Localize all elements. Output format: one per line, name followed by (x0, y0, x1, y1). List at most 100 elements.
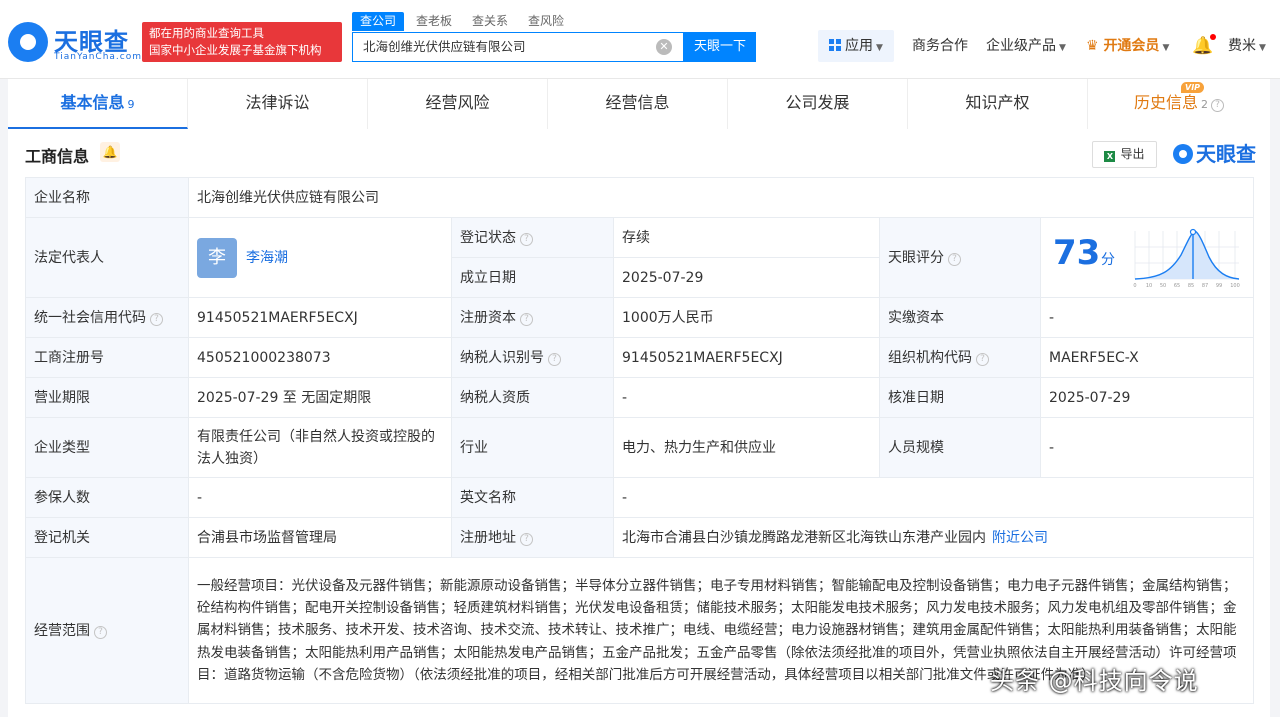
paid-capital-value: - (1039, 297, 1255, 338)
score-distribution-chart: 0 10 50 65 85 87 99 100 (1133, 228, 1240, 289)
business-cooperation-link[interactable]: 商务合作 (912, 30, 968, 62)
taxpayer-id-label: 纳税人识别号 (460, 349, 544, 366)
help-icon[interactable]: ? (548, 352, 561, 366)
tab-label: 公司发展 (785, 93, 850, 112)
score-tick: 10 (1146, 283, 1152, 289)
tab-count: 2 (1201, 98, 1208, 111)
tab-count: 9 (127, 98, 135, 111)
tab-development[interactable]: 公司发展 (728, 79, 908, 129)
taxpayer-qual-label: 纳税人资质 (451, 377, 614, 418)
score-value: 73 (1053, 232, 1101, 273)
table-row: 企业类型 有限责任公司（非自然人投资或控股的法人独资） 行业 电力、热力生产和供… (25, 417, 1255, 478)
help-icon[interactable]: ? (1211, 99, 1224, 112)
org-code-value: MAERF5EC-X (1039, 337, 1255, 378)
term-value: 2025-07-29 至 无固定期限 (188, 377, 452, 418)
help-icon[interactable]: ? (150, 312, 163, 326)
insured-value: - (188, 477, 452, 518)
score-cell[interactable]: 73 分 0 10 50 65 85 87 99 100 (1039, 217, 1255, 298)
address-cell: 注册地址? (451, 517, 614, 558)
search-tab-company[interactable]: 查公司 (352, 12, 405, 31)
legal-rep-cell: 李李海潮 (188, 217, 452, 298)
tab-operating-risk[interactable]: 经营风险 (368, 79, 548, 129)
help-icon[interactable]: ? (976, 352, 989, 366)
english-name-label: 英文名称 (451, 477, 614, 518)
tab-history[interactable]: 历史信息 2? (1088, 79, 1270, 129)
user-menu[interactable]: 费米 ▼ (1228, 30, 1266, 62)
section-title: 工商信息 (25, 147, 90, 166)
vip-badge: VIP (1181, 82, 1205, 93)
clear-search-icon[interactable]: ✕ (656, 39, 672, 55)
brand-text: 天眼查 (1196, 142, 1256, 166)
tab-label: 经营信息 (605, 93, 670, 112)
credit-code-cell: 统一社会信用代码? (25, 297, 189, 338)
logo-domain: TianYanCha.com (54, 52, 143, 62)
avatar[interactable]: 李 (197, 237, 237, 278)
score-tick: 65 (1174, 283, 1180, 289)
table-row: 参保人数 - 英文名称 - (25, 477, 1255, 518)
business-info-table: 企业名称 北海创维光伏供应链有限公司 法定代表人 李李海潮 登记状态? 存续 天… (25, 177, 1255, 704)
reg-capital-value: 1000万人民币 (613, 297, 880, 338)
tab-operating-info[interactable]: 经营信息 (548, 79, 728, 129)
reg-status-label: 登记状态 (460, 229, 516, 246)
taxpayer-id-value: 91450521MAERF5ECXJ (613, 337, 880, 378)
apps-menu[interactable]: 应用 ▼ (818, 30, 894, 62)
tianyancha-logo[interactable]: 天眼查 TianYanCha.com (8, 22, 141, 66)
help-icon[interactable]: ? (520, 532, 533, 546)
detail-tabs: 基本信息 9 法律诉讼 经营风险 经营信息 公司发展 知识产权 历史信息 2? (8, 79, 1270, 129)
search-tab-boss[interactable]: 查老板 (408, 12, 460, 31)
industry-value: 电力、热力生产和供应业 (613, 417, 880, 478)
search-tab-risk[interactable]: 查风险 (520, 12, 572, 31)
help-icon[interactable]: ? (520, 312, 533, 326)
type-value: 有限责任公司（非自然人投资或控股的法人独资） (188, 417, 452, 478)
tab-ip[interactable]: 知识产权 (908, 79, 1088, 129)
enterprise-products-menu[interactable]: 企业级产品 ▼ (986, 30, 1066, 62)
help-icon[interactable]: ? (94, 625, 107, 639)
slogan-line-1: 都在用的商业查询工具 (149, 26, 264, 40)
industry-label: 行业 (451, 417, 614, 478)
address-label: 注册地址 (460, 529, 516, 546)
approval-date-label: 核准日期 (879, 377, 1041, 418)
staff-size-value: - (1039, 417, 1255, 478)
tab-label: 历史信息 (1133, 93, 1198, 112)
search-input[interactable]: 北海创维光伏供应链有限公司 (352, 32, 684, 62)
search-tab-relation[interactable]: 查关系 (464, 12, 516, 31)
watermark: 头条 @科技向令说 (990, 667, 1199, 695)
score-tick: 0 (1133, 283, 1136, 289)
tab-label: 基本信息 (60, 93, 125, 112)
reg-capital-label: 注册资本 (460, 309, 516, 326)
established-label: 成立日期 (451, 257, 614, 298)
credit-code-label: 统一社会信用代码 (34, 309, 146, 326)
chevron-down-icon: ▼ (1162, 43, 1170, 53)
crown-icon: ♛ (1086, 38, 1099, 54)
open-vip-menu[interactable]: ♛ 开通会员 ▼ (1086, 30, 1169, 62)
english-name-value: - (612, 477, 1255, 518)
vip-label: 开通会员 (1103, 38, 1160, 54)
tab-label: 知识产权 (965, 93, 1030, 112)
export-button[interactable]: X 导出 (1092, 141, 1157, 168)
term-label: 营业期限 (25, 377, 189, 418)
reg-no-label: 工商注册号 (25, 337, 189, 378)
reg-status-value: 存续 (613, 217, 880, 258)
help-icon[interactable]: ? (520, 232, 533, 246)
established-value: 2025-07-29 (613, 257, 880, 298)
search-button[interactable]: 天眼一下 (684, 32, 756, 62)
org-code-cell: 组织机构代码? (879, 337, 1041, 378)
help-icon[interactable]: ? (948, 252, 961, 266)
chevron-down-icon: ▼ (876, 43, 883, 53)
tab-basic-info[interactable]: 基本信息 9 (8, 79, 188, 129)
score-tick: 100 (1230, 283, 1240, 289)
monitor-bell-icon[interactable]: 🔔 (100, 142, 120, 162)
reg-no-value: 450521000238073 (188, 337, 452, 378)
tab-legal[interactable]: 法律诉讼 (188, 79, 368, 129)
apps-label: 应用 (845, 38, 874, 54)
reg-status-cell: 登记状态? (451, 217, 614, 258)
legal-rep-link[interactable]: 李海潮 (246, 250, 288, 266)
top-header: 天眼查 TianYanCha.com 都在用的商业查询工具 国家中小企业发展子基… (0, 0, 1280, 79)
scope-label: 经营范围 (34, 622, 90, 639)
nearby-companies-link[interactable]: 附近公司 (992, 530, 1048, 546)
chevron-down-icon: ▼ (1259, 43, 1266, 53)
apps-grid-icon (829, 39, 843, 52)
table-row: 企业名称 北海创维光伏供应链有限公司 (25, 177, 1255, 218)
type-label: 企业类型 (25, 417, 189, 478)
eye-logo-icon (1173, 144, 1193, 164)
